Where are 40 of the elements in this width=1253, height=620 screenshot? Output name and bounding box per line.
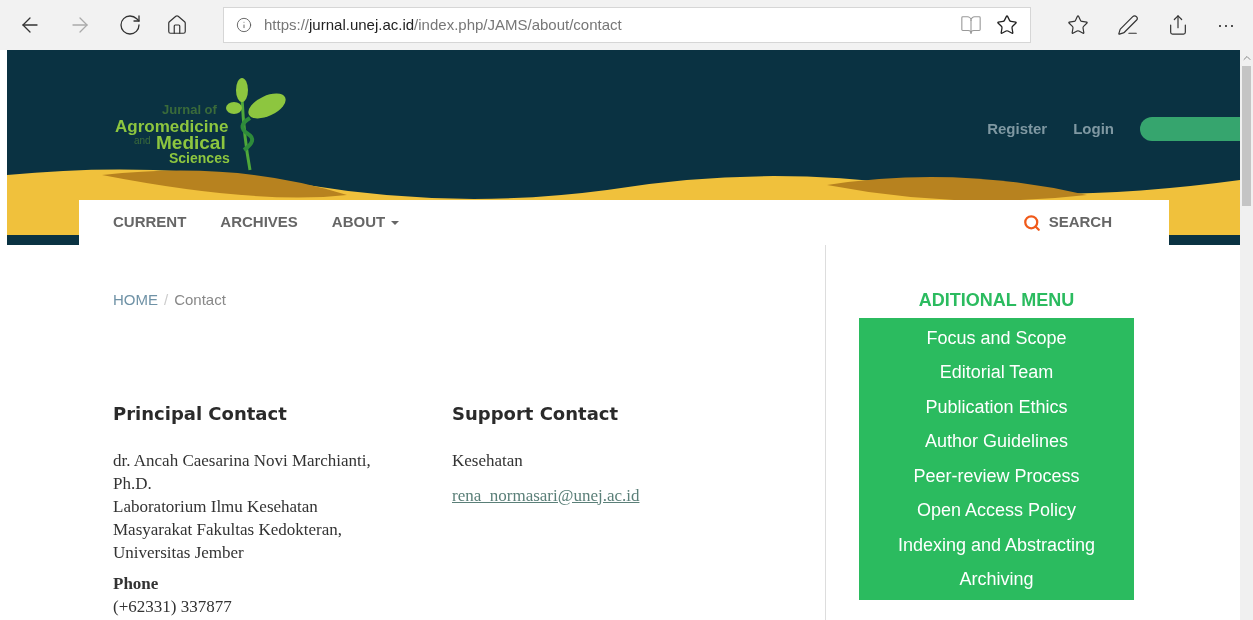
user-link[interactable]: Register <box>987 117 1048 141</box>
favorites-list-icon[interactable] <box>1067 14 1089 36</box>
search-link[interactable]: SEARCH <box>1022 211 1112 234</box>
address-bar[interactable]: https://jurnal.unej.ac.id/index.php/JAMS/about/contact <box>223 7 1031 43</box>
sidebar-menu-link[interactable]: Indexing and Abstracting <box>859 528 1134 563</box>
sidebar-menu-link[interactable]: Peer-review Process <box>859 459 1134 494</box>
contact-affiliation: Laboratorium Ilmu Kesehatan Masyarakat Fakultas Kedokteran, Universitas Jember <box>113 495 343 564</box>
phone-number: (+62331) 337877 <box>113 595 233 618</box>
reading-view-icon[interactable] <box>960 14 982 36</box>
search-icon <box>1022 213 1041 232</box>
phone-label: Phone <box>113 572 160 595</box>
scroll-thumb[interactable] <box>1242 66 1251 206</box>
sidebar-menu-link[interactable]: Author Guidelines <box>859 424 1134 459</box>
caret-icon <box>391 220 400 225</box>
breadcrumb-current: Contact <box>174 290 226 310</box>
user-link[interactable]: Login <box>1073 117 1114 141</box>
refresh-icon[interactable] <box>118 13 142 37</box>
pen-icon[interactable] <box>1117 14 1139 36</box>
nav-link[interactable]: CURRENT <box>113 211 187 234</box>
nav-link[interactable]: ABOUT <box>331 211 400 234</box>
sidebar-menu-link[interactable]: Editorial Team <box>859 355 1134 390</box>
nav-link[interactable]: ARCHIVES <box>220 211 298 234</box>
home-icon[interactable] <box>166 14 188 36</box>
section-heading: Support Contact <box>452 401 620 426</box>
share-icon[interactable] <box>1167 14 1189 36</box>
contact-name: dr. Ancah Caesarina Novi Marchianti, Ph.D. <box>113 449 372 495</box>
info-icon <box>236 17 252 33</box>
breadcrumb-separator: / <box>164 290 169 310</box>
sidebar-title: ADITIONAL MENU <box>917 289 1076 312</box>
favorite-star-icon[interactable] <box>996 14 1018 36</box>
sidebar-menu-link[interactable]: Open Access Policy <box>859 493 1134 528</box>
support-name: Kesehatan <box>452 449 524 472</box>
breadcrumb-home-link[interactable]: HOME <box>113 289 158 312</box>
sidebar-menu-link[interactable]: Publication Ethics <box>859 390 1134 425</box>
email-link[interactable]: rena_normasari@unej.ac.id <box>452 483 640 507</box>
url-text: https://jurnal.unej.ac.id/index.php/JAMS/about/contact <box>264 14 622 35</box>
more-menu-button[interactable]: ··· <box>1217 11 1235 39</box>
sidebar-menu-link[interactable]: Archiving <box>859 562 1134 597</box>
section-heading: Principal Contact <box>113 401 288 426</box>
sidebar-menu-link[interactable]: Focus and Scope <box>859 321 1134 356</box>
